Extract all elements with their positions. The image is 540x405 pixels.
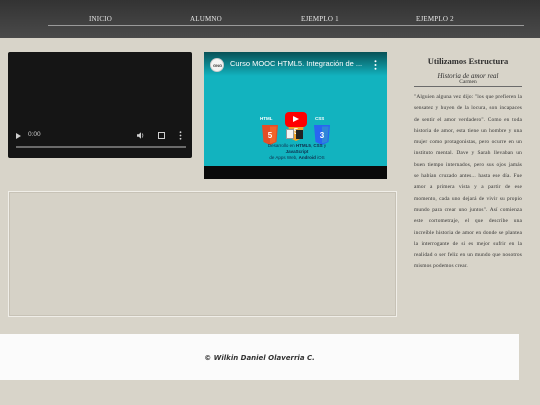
- youtube-embed[interactable]: GNG Curso MOOC HTML5. Integración de ...…: [204, 52, 387, 179]
- more-options-icon[interactable]: [179, 131, 182, 140]
- aside-body-text: "Alguien alguna vez dijo: "los que prefi…: [414, 94, 522, 270]
- youtube-bottom-bar: [204, 166, 387, 179]
- aside-title: Utilizamos Estructura: [427, 56, 509, 66]
- nav-divider: [48, 25, 524, 26]
- page-footer: © Wilkin Daniel Olaverria C.: [0, 334, 519, 380]
- channel-avatar[interactable]: GNG: [210, 58, 224, 72]
- html-badge-label: HTML: [260, 116, 273, 121]
- nav-link-inicio[interactable]: INICIO: [89, 15, 112, 23]
- channel-avatar-text: GNG: [213, 63, 223, 68]
- empty-content-panel: [8, 191, 397, 317]
- svg-text:5: 5: [268, 131, 273, 140]
- nav-link-ejemplo-2[interactable]: EJEMPLO 2: [416, 15, 454, 23]
- youtube-video-title[interactable]: Curso MOOC HTML5. Integración de ...: [230, 59, 365, 68]
- css-badge-label: CSS: [315, 116, 325, 121]
- youtube-caption: Desarrollo en HTML5, CSS y JavaScript de…: [267, 143, 327, 160]
- video-progress-bar[interactable]: [16, 146, 186, 148]
- youtube-play-button[interactable]: [285, 112, 307, 127]
- play-icon[interactable]: [16, 133, 21, 139]
- nav-link-alumno[interactable]: ALUMNO: [190, 15, 222, 23]
- aside-subtitle-overlay: Carmen: [459, 79, 477, 85]
- footer-copyright: © Wilkin Daniel Olaverria C.: [204, 354, 315, 362]
- nav-link-ejemplo-1[interactable]: EJEMPLO 1: [301, 15, 339, 23]
- svg-text:3: 3: [320, 131, 325, 140]
- video-time: 0:00: [28, 131, 41, 138]
- video-player[interactable]: 0:00: [8, 52, 192, 158]
- top-navigation: INICIO ALUMNO EJEMPLO 1 EJEMPLO 2: [0, 0, 540, 38]
- devices-illustration: [284, 129, 306, 139]
- more-options-icon[interactable]: [374, 60, 377, 70]
- fullscreen-icon[interactable]: [158, 132, 165, 139]
- aside-divider: [414, 86, 522, 87]
- volume-icon[interactable]: [137, 132, 145, 139]
- story-aside: Utilizamos Estructura Historia de amor r…: [414, 56, 522, 273]
